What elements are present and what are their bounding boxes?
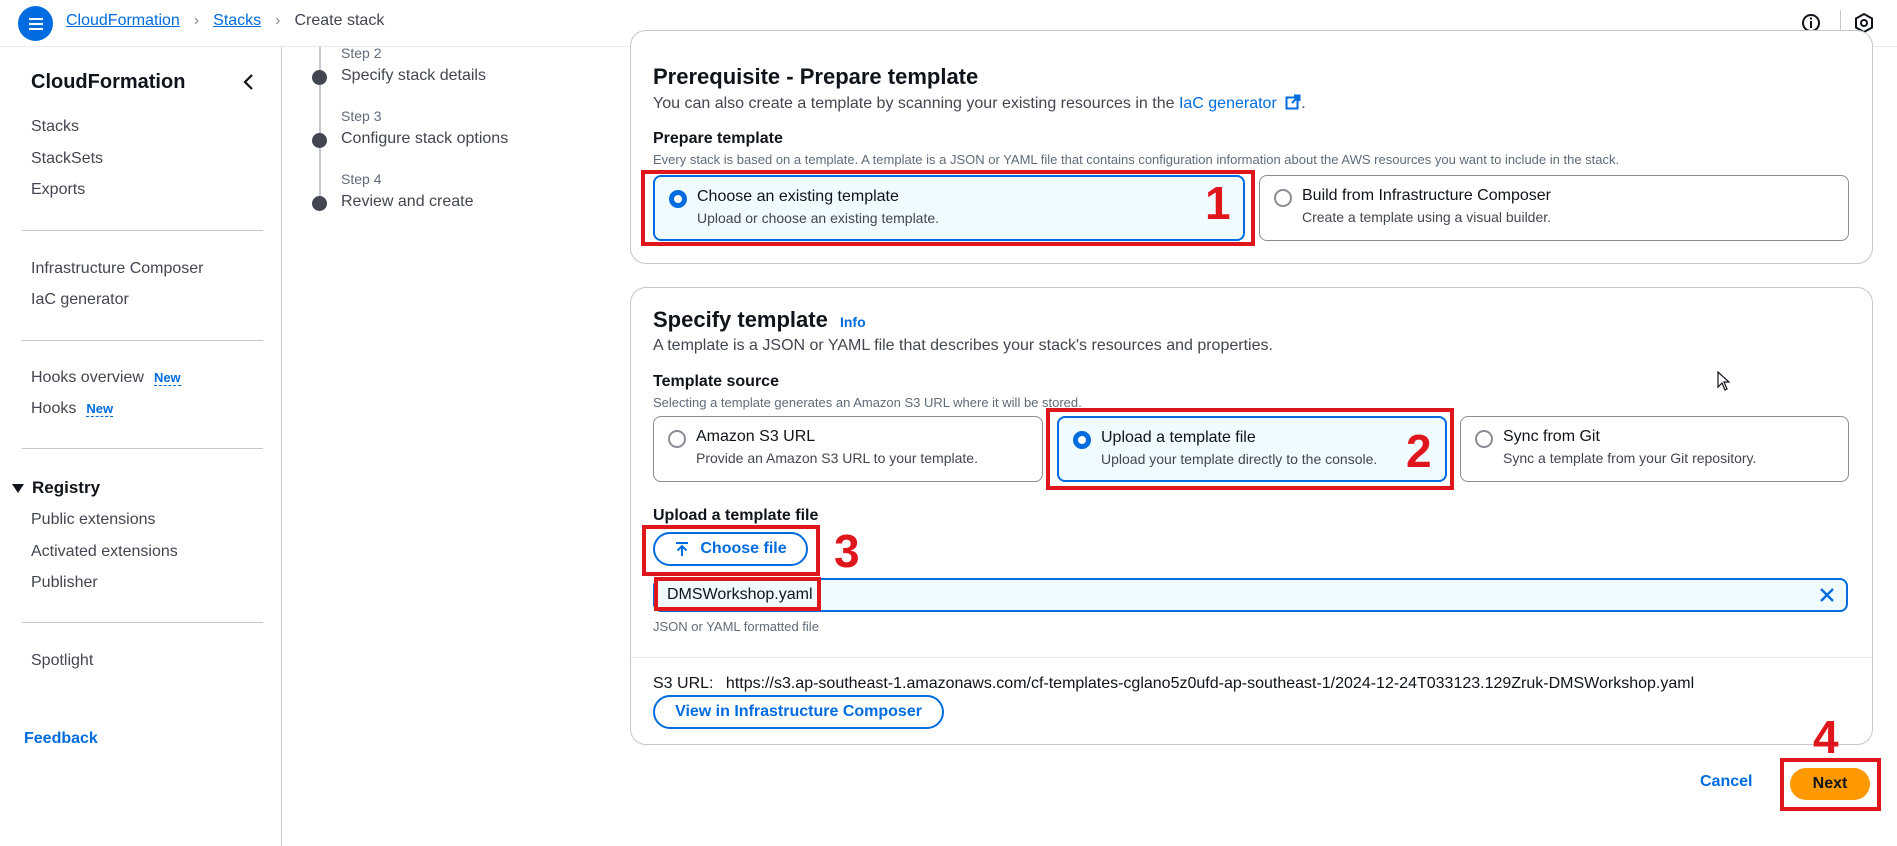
radio-icon[interactable] bbox=[1274, 189, 1292, 207]
step-number: Step 3 bbox=[341, 108, 382, 124]
annotation-number-1: 1 bbox=[1205, 177, 1231, 229]
radio-selected-icon[interactable] bbox=[1073, 431, 1091, 449]
chevron-left-icon[interactable] bbox=[240, 71, 258, 93]
step-configure-stack-options[interactable]: Configure stack options bbox=[341, 130, 508, 148]
file-name: DMSWorkshop.yaml bbox=[667, 586, 813, 603]
prerequisite-description: You can also create a template by scanni… bbox=[653, 94, 1306, 113]
option-title: Amazon S3 URL bbox=[696, 428, 816, 445]
sidebar-item-stacks[interactable]: Stacks bbox=[31, 118, 79, 136]
button-label: Choose file bbox=[700, 540, 787, 557]
new-badge: New bbox=[153, 370, 181, 386]
annotation-number-4: 4 bbox=[1813, 711, 1839, 763]
description-suffix: . bbox=[1301, 95, 1306, 112]
sidebar-section-registry[interactable]: Registry bbox=[12, 478, 100, 498]
step-review-and-create[interactable]: Review and create bbox=[341, 193, 474, 211]
option-description: Create a template using a visual builder… bbox=[1302, 209, 1552, 225]
side-navigation: CloudFormation Stacks StackSets Exports … bbox=[0, 47, 282, 846]
sidebar-item-label: Hooks bbox=[31, 400, 77, 417]
annotation-number-3: 3 bbox=[834, 525, 860, 577]
chevron-right-icon: › bbox=[193, 12, 200, 29]
sidebar-section-label: Registry bbox=[32, 478, 101, 497]
option-title: Sync from Git bbox=[1503, 428, 1600, 445]
cancel-button[interactable]: Cancel bbox=[1700, 773, 1752, 791]
radio-icon[interactable] bbox=[1475, 430, 1493, 448]
option-title: Build from Infrastructure Composer bbox=[1302, 187, 1551, 204]
sync-from-git-option[interactable]: Sync from Git Sync a template from your … bbox=[1460, 416, 1849, 482]
template-source-label: Template source bbox=[653, 373, 779, 390]
caret-down-icon bbox=[12, 483, 24, 493]
title-text: Specify template bbox=[653, 307, 828, 332]
sidebar-item-infrastructure-composer[interactable]: Infrastructure Composer bbox=[31, 260, 204, 278]
upload-file-label: Upload a template file bbox=[653, 507, 819, 524]
close-icon[interactable] bbox=[1818, 586, 1836, 604]
chevron-right-icon: › bbox=[275, 12, 281, 29]
sidebar-item-hooks[interactable]: Hooks New bbox=[31, 400, 114, 418]
external-link-icon[interactable] bbox=[1285, 94, 1301, 110]
specify-template-description: A template is a JSON or YAML file that d… bbox=[653, 337, 1273, 354]
choose-file-button[interactable]: Choose file bbox=[653, 532, 808, 566]
option-description: Sync a template from your Git repository… bbox=[1503, 450, 1757, 466]
radio-icon[interactable] bbox=[668, 430, 686, 448]
step-marker bbox=[312, 70, 327, 85]
prepare-template-label: Prepare template bbox=[653, 130, 783, 147]
upload-template-file-option[interactable]: Upload a template file Upload your templ… bbox=[1057, 416, 1447, 482]
section-divider bbox=[631, 657, 1872, 658]
mouse-cursor-icon bbox=[1717, 371, 1731, 391]
sidebar-item-public-extensions[interactable]: Public extensions bbox=[31, 511, 156, 529]
template-source-description: Selecting a template generates an Amazon… bbox=[653, 395, 1082, 410]
step-marker bbox=[312, 133, 327, 148]
sidebar-item-exports[interactable]: Exports bbox=[31, 181, 85, 199]
sidebar-item-publisher[interactable]: Publisher bbox=[31, 574, 98, 592]
breadcrumb-current: Create stack bbox=[294, 12, 385, 29]
breadcrumb: CloudFormation › Stacks › Create stack bbox=[66, 12, 384, 30]
prerequisite-container: Prerequisite - Prepare template You can … bbox=[630, 30, 1873, 264]
sidebar-item-label: Hooks overview bbox=[31, 369, 144, 386]
step-specify-stack-details[interactable]: Specify stack details bbox=[341, 67, 486, 85]
specify-template-container: Specify template Info A template is a JS… bbox=[630, 287, 1873, 745]
annotation-number-2: 2 bbox=[1406, 425, 1432, 477]
build-from-infrastructure-composer-option[interactable]: Build from Infrastructure Composer Creat… bbox=[1259, 175, 1849, 241]
selected-file-token: DMSWorkshop.yaml bbox=[653, 578, 1848, 612]
option-description: Upload your template directly to the con… bbox=[1101, 451, 1378, 467]
sidebar-item-spotlight[interactable]: Spotlight bbox=[31, 652, 93, 670]
sidebar-divider bbox=[22, 448, 263, 449]
sidebar-divider bbox=[22, 340, 263, 341]
next-button[interactable]: Next bbox=[1790, 768, 1870, 800]
s3-url-label: S3 URL: bbox=[653, 675, 714, 692]
amazon-s3-url-option[interactable]: Amazon S3 URL Provide an Amazon S3 URL t… bbox=[653, 416, 1043, 482]
sidebar-divider bbox=[22, 622, 263, 623]
radio-selected-icon[interactable] bbox=[669, 190, 687, 208]
sidebar-item-activated-extensions[interactable]: Activated extensions bbox=[31, 543, 178, 561]
specify-template-title: Specify template Info bbox=[653, 307, 866, 333]
iac-generator-link[interactable]: IaC generator bbox=[1179, 95, 1277, 112]
sidebar-divider bbox=[22, 230, 263, 231]
view-in-infrastructure-composer-button[interactable]: View in Infrastructure Composer bbox=[653, 695, 944, 729]
prepare-template-description: Every stack is based on a template. A te… bbox=[653, 152, 1620, 167]
option-title: Upload a template file bbox=[1101, 429, 1256, 446]
breadcrumb-stacks[interactable]: Stacks bbox=[213, 12, 261, 30]
choose-existing-template-option[interactable]: Choose an existing template Upload or ch… bbox=[653, 175, 1245, 241]
step-number: Step 2 bbox=[341, 45, 382, 61]
sidebar-item-hooks-overview[interactable]: Hooks overview New bbox=[31, 369, 181, 387]
step-marker bbox=[312, 196, 327, 211]
option-description: Upload or choose an existing template. bbox=[697, 210, 940, 226]
sidebar-title[interactable]: CloudFormation bbox=[31, 71, 185, 94]
option-description: Provide an Amazon S3 URL to your templat… bbox=[696, 450, 978, 466]
sidebar-item-stacksets[interactable]: StackSets bbox=[31, 150, 103, 168]
option-title: Choose an existing template bbox=[697, 188, 899, 205]
description-text: You can also create a template by scanni… bbox=[653, 95, 1179, 112]
step-number: Step 4 bbox=[341, 171, 382, 187]
feedback-link[interactable]: Feedback bbox=[24, 730, 98, 748]
prerequisite-title: Prerequisite - Prepare template bbox=[653, 64, 979, 89]
new-badge: New bbox=[86, 401, 114, 417]
sidebar-item-iac-generator[interactable]: IaC generator bbox=[31, 291, 129, 309]
s3-url-value: https://s3.ap-southeast-1.amazonaws.com/… bbox=[725, 675, 1695, 692]
s3-url-row: S3 URL: https://s3.ap-southeast-1.amazon… bbox=[653, 675, 1694, 693]
menu-icon[interactable] bbox=[18, 6, 53, 41]
file-format-hint: JSON or YAML formatted file bbox=[653, 619, 819, 634]
upload-icon bbox=[676, 542, 689, 556]
info-link[interactable]: Info bbox=[840, 314, 866, 330]
breadcrumb-cloudformation[interactable]: CloudFormation bbox=[66, 12, 180, 30]
